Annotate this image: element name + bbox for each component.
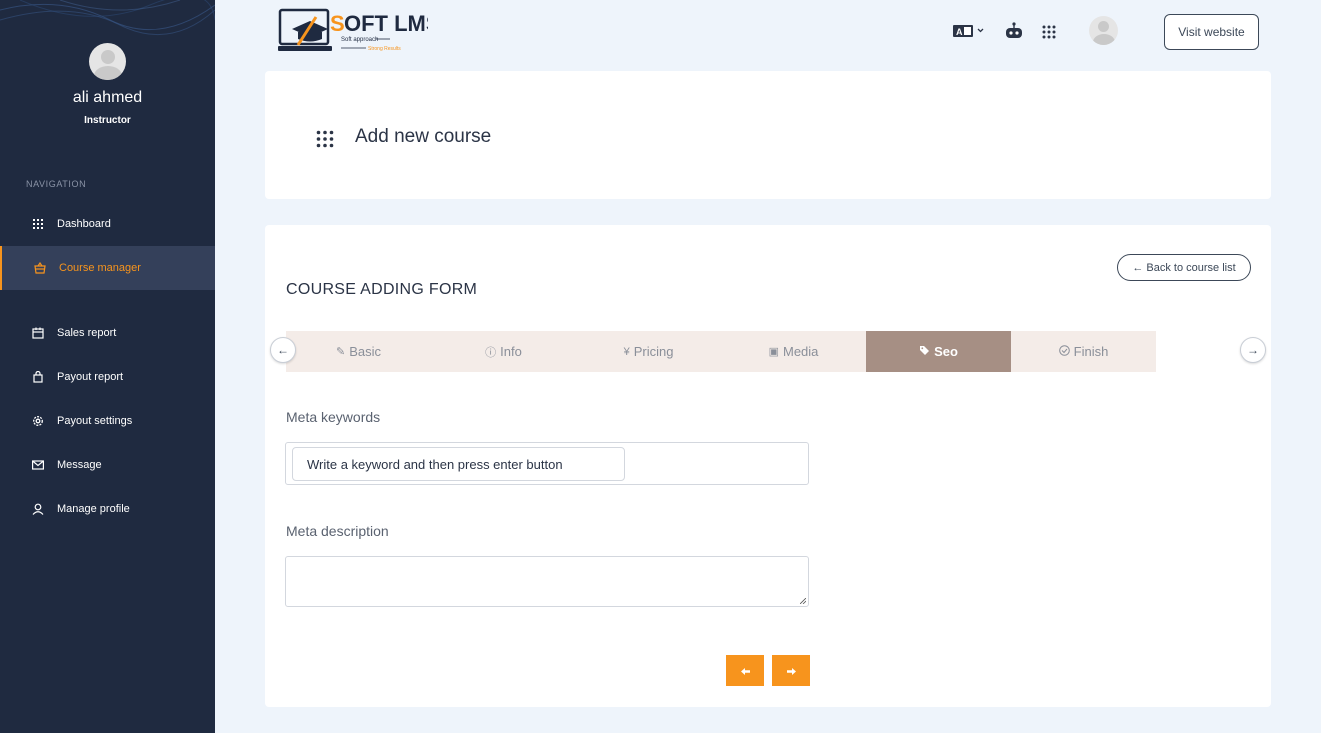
tab-label: Media [782,344,819,359]
pencil-icon: ✎ [335,346,346,358]
media-icon: ▣ [768,346,779,358]
next-step-button[interactable] [772,655,810,686]
sidebar-item-label: Dashboard [57,218,111,230]
sidebar-item-label: Manage profile [57,503,130,515]
tab-label: Seo [934,344,958,359]
info-icon: ⓘ [485,346,497,359]
svg-text:Strong Results: Strong Results [368,46,401,52]
apps-grid-button[interactable] [1042,25,1056,44]
tab-pricing[interactable]: ¥ Pricing [576,331,721,372]
app-logo[interactable]: S OFT LMS Soft approach Strong Results [278,7,441,55]
sidebar-item-dashboard[interactable]: Dashboard [0,202,215,246]
tabs-next-button[interactable]: → [1240,337,1266,363]
meta-keywords-field[interactable] [285,442,809,485]
check-circle-icon [1058,344,1070,359]
sidebar-item-label: Course manager [59,262,141,274]
yen-icon: ¥ [623,345,630,358]
sidebar-item-message[interactable]: Message [0,443,215,487]
tag-icon [919,345,930,359]
user-name: ali ahmed [72,89,143,106]
page-title-card: Add new course [265,71,1271,199]
resize-grip-icon[interactable] [800,598,806,604]
sidebar-profile: ali ahmed Instructor [0,43,215,126]
sidebar-item-label: Payout report [57,371,124,383]
sidebar-item-label: Payout settings [57,415,133,427]
bag-icon [32,371,44,383]
meta-description-textarea[interactable] [285,556,809,607]
tab-label: Pricing [633,344,674,359]
arrow-right-icon: → [1247,343,1259,357]
nav-heading: NAVIGATION [26,179,87,189]
language-icon: A [953,25,984,37]
robot-icon [1006,22,1022,38]
sidebar-item-label: Message [57,459,102,471]
arrow-right-icon [786,664,796,678]
tab-label: Finish [1073,344,1109,359]
basket-icon [34,262,46,274]
sidebar-item-payout-settings[interactable]: Payout settings [0,399,215,443]
form-title: COURSE ADDING FORM [286,281,478,298]
page-title: Add new course [355,126,492,147]
sidebar-item-sales-report[interactable]: Sales report [0,311,215,355]
user-icon [32,503,44,515]
envelope-icon [32,459,44,471]
previous-step-button[interactable] [726,655,764,686]
course-form-card: COURSE ADDING FORM ← Back to course list… [265,225,1271,707]
tab-finish[interactable]: Finish [1011,331,1156,372]
language-button[interactable]: A [953,24,987,44]
sidebar-item-manage-profile[interactable]: Manage profile [0,487,215,531]
header-avatar[interactable] [1089,16,1118,45]
svg-text:Soft approach: Soft approach [341,37,378,43]
grid-icon [32,218,44,230]
tabs-prev-button[interactable]: ← [270,337,296,363]
arrow-left-icon [740,664,750,678]
gear-icon [32,415,44,427]
svg-text:A: A [956,27,963,37]
tab-label: Basic [349,344,381,359]
tab-seo[interactable]: Seo [866,331,1011,372]
back-to-course-list-button[interactable]: ← Back to course list [1117,254,1251,281]
robot-button[interactable] [1005,22,1023,44]
apps-grid-icon [1042,25,1056,39]
meta-keywords-label: Meta keywords [286,409,381,425]
arrow-left-icon: ← [277,343,289,357]
user-role: Instructor [84,115,131,126]
sidebar-item-course-manager[interactable]: Course manager [0,246,215,290]
tab-label: Info [500,344,522,359]
svg-text:OFT LMS: OFT LMS [344,11,428,36]
form-tabs: ✎ Basic ⓘ Info ¥ Pricing ▣ Media Seo Fin… [286,331,1156,372]
calendar-icon [32,327,44,339]
tab-basic[interactable]: ✎ Basic [286,331,431,372]
meta-keywords-input[interactable] [292,447,625,481]
meta-description-label: Meta description [286,523,389,539]
visit-website-button[interactable]: Visit website [1164,14,1259,50]
tab-info[interactable]: ⓘ Info [431,331,576,372]
svg-text:S: S [330,11,345,36]
avatar[interactable] [89,43,126,80]
apps-grid-icon [316,130,334,148]
tab-media[interactable]: ▣ Media [721,331,866,372]
sidebar: ali ahmed Instructor NAVIGATION Dashboar… [0,0,215,733]
sidebar-item-label: Sales report [57,327,117,339]
sidebar-item-payout-report[interactable]: Payout report [0,355,215,399]
